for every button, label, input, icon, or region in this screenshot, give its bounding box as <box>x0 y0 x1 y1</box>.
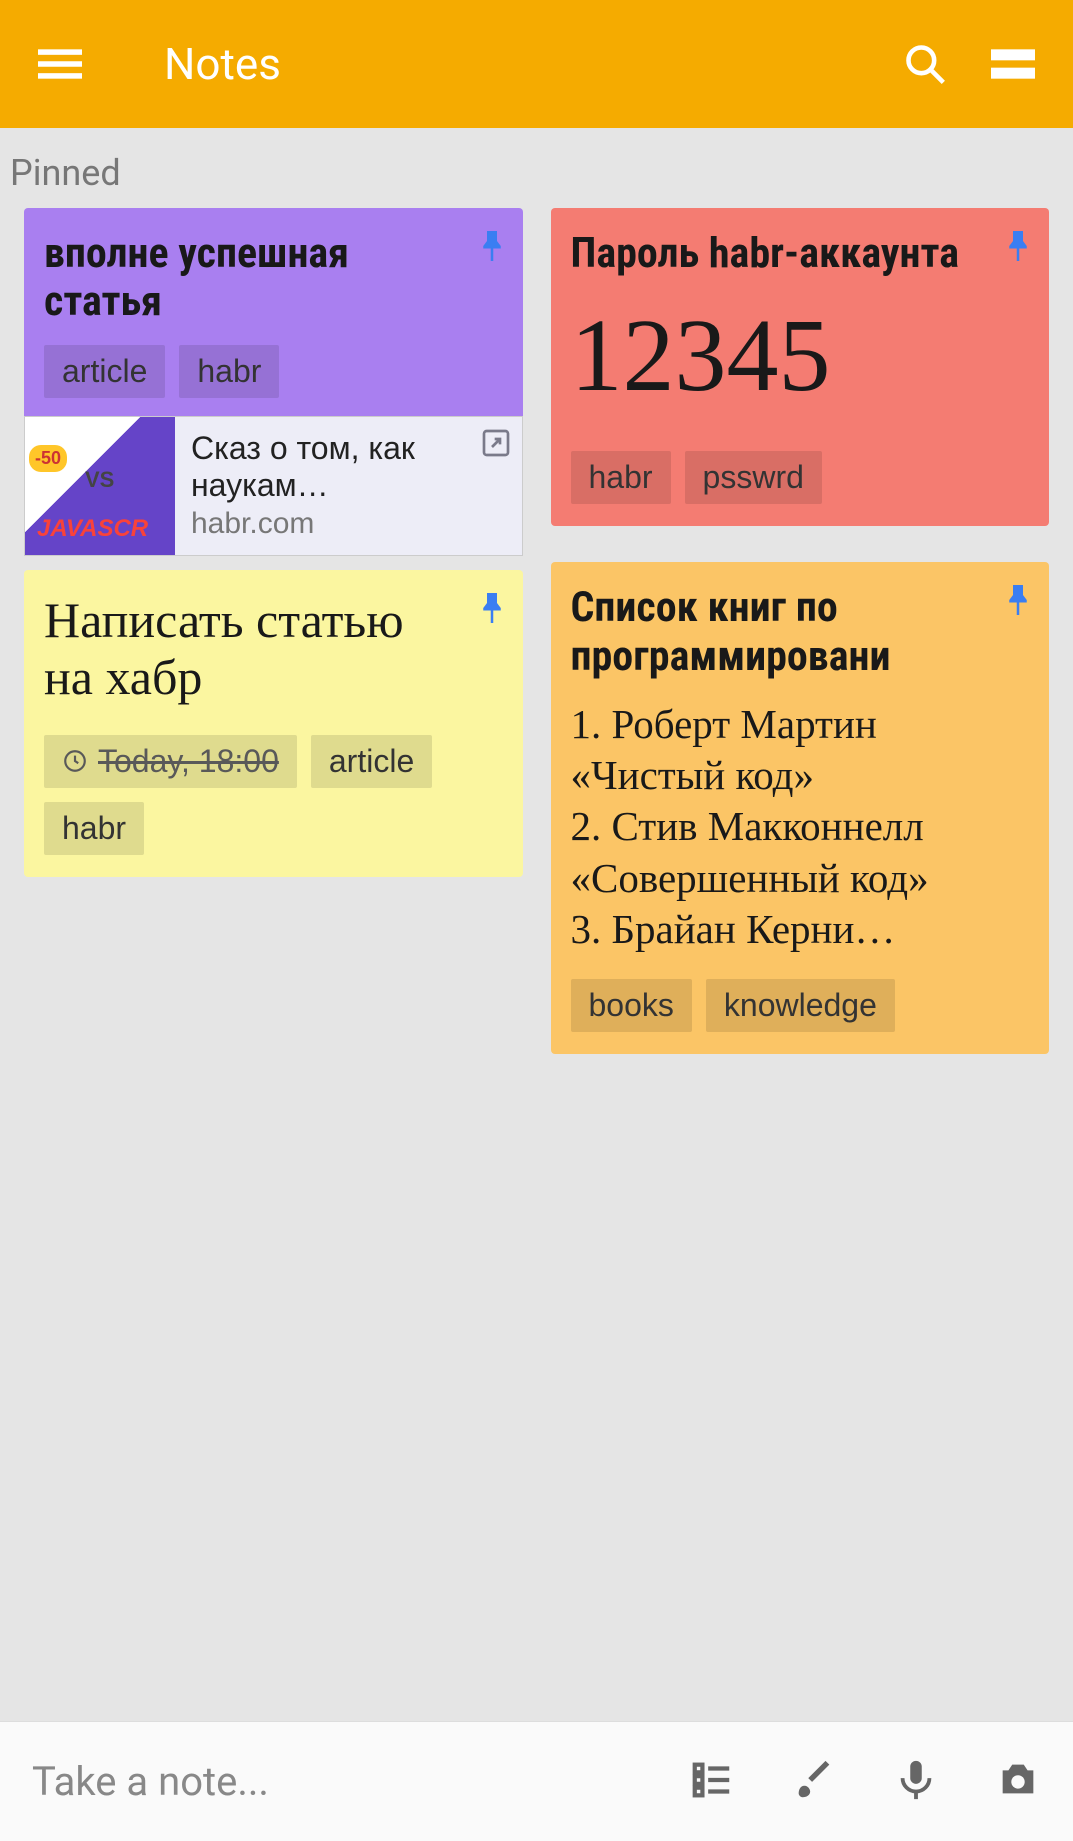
note-title: Пароль habr-аккаунта <box>571 230 1030 278</box>
note-title: Список книг по программировани <box>571 584 1030 681</box>
thumb-vs-text: VS <box>85 467 114 493</box>
menu-button[interactable] <box>36 40 84 88</box>
link-preview[interactable]: -50 VS JAVASCR Сказ о том, как наукам… h… <box>24 416 523 556</box>
microphone-icon <box>893 1757 939 1803</box>
note-body: 1. Роберт Мартин «Чистый код» 2. Стив Ма… <box>571 699 1030 955</box>
note-card[interactable]: вполне успешная статья article habr -50 … <box>24 208 523 534</box>
tag-chip[interactable]: books <box>571 979 692 1032</box>
take-note-input[interactable]: Take a note... <box>32 1758 633 1805</box>
reminder-chip[interactable]: Today, 18:00 <box>44 735 297 788</box>
link-thumbnail: -50 VS JAVASCR <box>25 417 175 555</box>
checklist-icon <box>689 1757 735 1803</box>
pin-icon <box>477 228 507 269</box>
note-tags: article habr <box>44 345 503 398</box>
tag-chip[interactable]: article <box>44 345 165 398</box>
notes-column-right: Пароль habr-аккаунта 12345 habr psswrd С… <box>551 208 1050 1054</box>
pin-icon <box>1003 228 1033 269</box>
tag-chip[interactable]: habr <box>571 451 671 504</box>
notes-grid: вполне успешная статья article habr -50 … <box>0 208 1073 1054</box>
open-link-icon[interactable] <box>480 427 512 464</box>
link-domain: habr.com <box>191 507 506 541</box>
new-photo-button[interactable] <box>995 1757 1041 1807</box>
pin-icon <box>477 590 507 631</box>
new-drawing-button[interactable] <box>791 1757 837 1807</box>
hamburger-icon <box>38 42 82 86</box>
note-title: Написать статью на хабр <box>44 592 503 707</box>
search-icon <box>903 42 947 86</box>
brush-icon <box>791 1757 837 1803</box>
new-list-button[interactable] <box>689 1757 735 1807</box>
note-title: вполне успешная статья <box>44 230 503 327</box>
thumb-js-text: JAVASCR <box>37 515 148 543</box>
section-pinned-label: Pinned <box>0 128 1073 208</box>
view-toggle-button[interactable] <box>989 40 1037 88</box>
page-title: Notes <box>164 38 861 90</box>
note-body: 12345 <box>571 296 1030 415</box>
note-card[interactable]: Список книг по программировани 1. Роберт… <box>551 562 1050 1054</box>
tag-chip[interactable]: article <box>311 735 432 788</box>
camera-icon <box>995 1757 1041 1803</box>
note-card[interactable]: Написать статью на хабр Today, 18:00 art… <box>24 570 523 877</box>
search-button[interactable] <box>901 40 949 88</box>
link-title: Сказ о том, как наукам… <box>191 430 506 504</box>
bottom-bar: Take a note... <box>0 1721 1073 1841</box>
note-card[interactable]: Пароль habr-аккаунта 12345 habr psswrd <box>551 208 1050 526</box>
thumb-badge: -50 <box>29 445 67 472</box>
reminder-text: Today, 18:00 <box>98 743 279 780</box>
app-header: Notes <box>0 0 1073 128</box>
tag-chip[interactable]: habr <box>179 345 279 398</box>
pin-icon <box>1003 582 1033 623</box>
tag-chip[interactable]: psswrd <box>685 451 822 504</box>
list-view-icon <box>991 42 1035 86</box>
notes-column-left: вполне успешная статья article habr -50 … <box>24 208 523 1054</box>
new-voice-button[interactable] <box>893 1757 939 1807</box>
note-tags: Today, 18:00 article habr <box>44 735 503 855</box>
tag-chip[interactable]: knowledge <box>706 979 895 1032</box>
link-text: Сказ о том, как наукам… habr.com <box>175 417 522 555</box>
note-tags: books knowledge <box>571 979 1030 1032</box>
tag-chip[interactable]: habr <box>44 802 144 855</box>
clock-icon <box>62 748 88 774</box>
note-tags: habr psswrd <box>571 451 1030 504</box>
